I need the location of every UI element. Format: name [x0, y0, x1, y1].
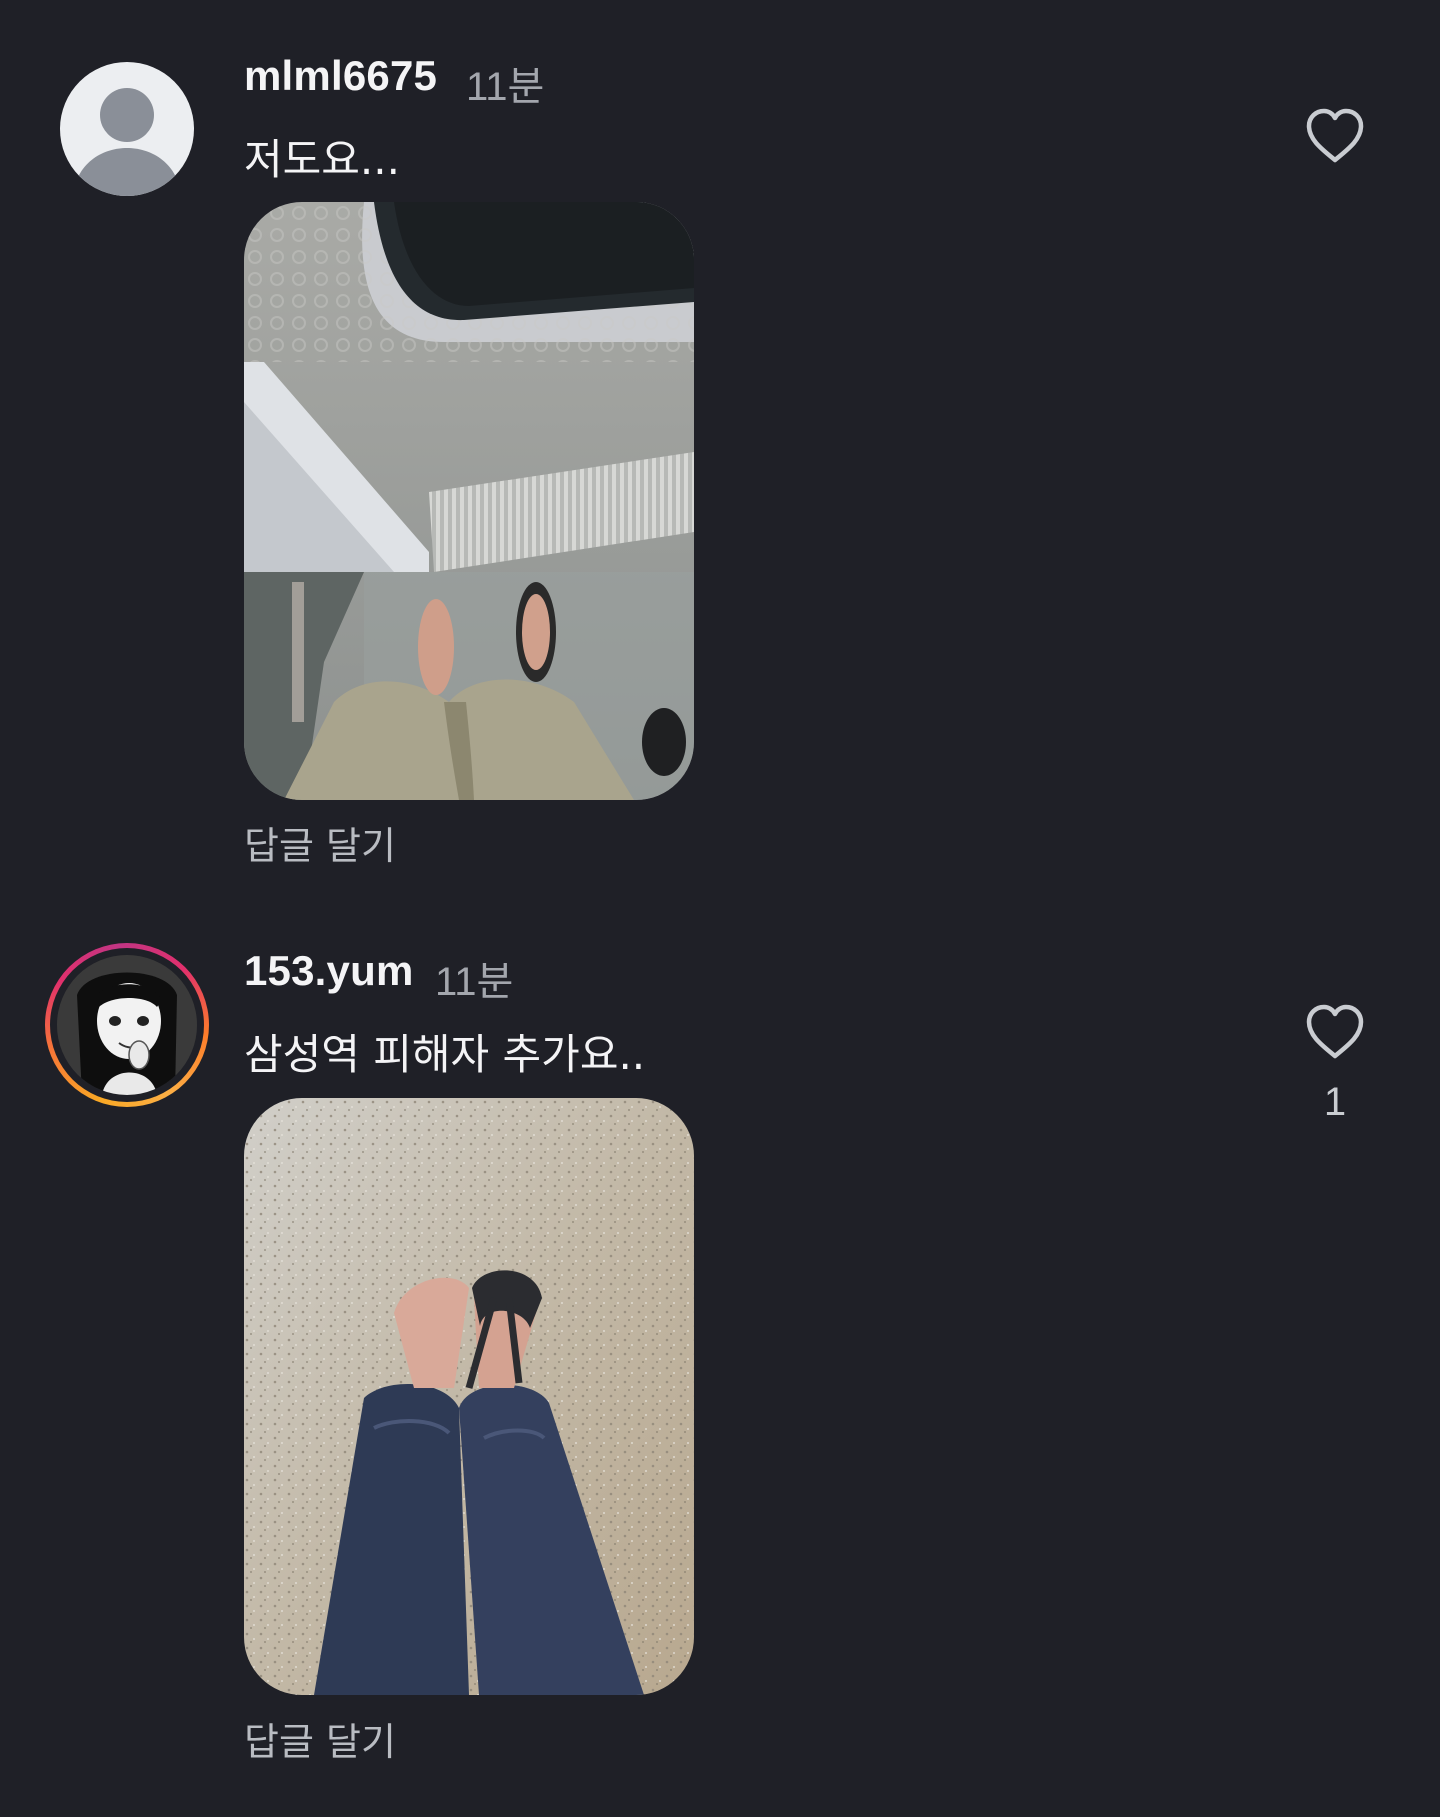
subway-floor-photo — [244, 202, 694, 800]
heart-icon[interactable] — [1305, 108, 1365, 164]
terrazzo-floor-photo — [244, 1098, 694, 1695]
avatar[interactable] — [60, 62, 194, 196]
comment-photo[interactable] — [244, 202, 694, 800]
comment-photo[interactable] — [244, 1098, 694, 1695]
heart-icon[interactable] — [1305, 1004, 1365, 1060]
timestamp: 11분 — [435, 960, 514, 1004]
comment-text: 삼성역 피해자 추가요.. — [244, 1030, 646, 1079]
avatar-image — [57, 955, 197, 1095]
reply-button[interactable]: 답글 달기 — [244, 815, 396, 870]
timestamp: 11분 — [466, 65, 545, 109]
comment-text: 저도요... — [244, 135, 400, 184]
comments-page: mlml6675 11분 저도요... 답글 달기 153.yum 11분 삼성… — [0, 0, 1440, 1817]
default-person-icon — [72, 88, 182, 196]
illustrated-girl-icon — [57, 955, 197, 1095]
reply-button[interactable]: 답글 달기 — [244, 1711, 396, 1766]
avatar[interactable] — [45, 943, 209, 1107]
username[interactable]: mlml6675 — [244, 52, 437, 100]
like-count: 1 — [1323, 1080, 1347, 1124]
username[interactable]: 153.yum — [244, 947, 414, 995]
